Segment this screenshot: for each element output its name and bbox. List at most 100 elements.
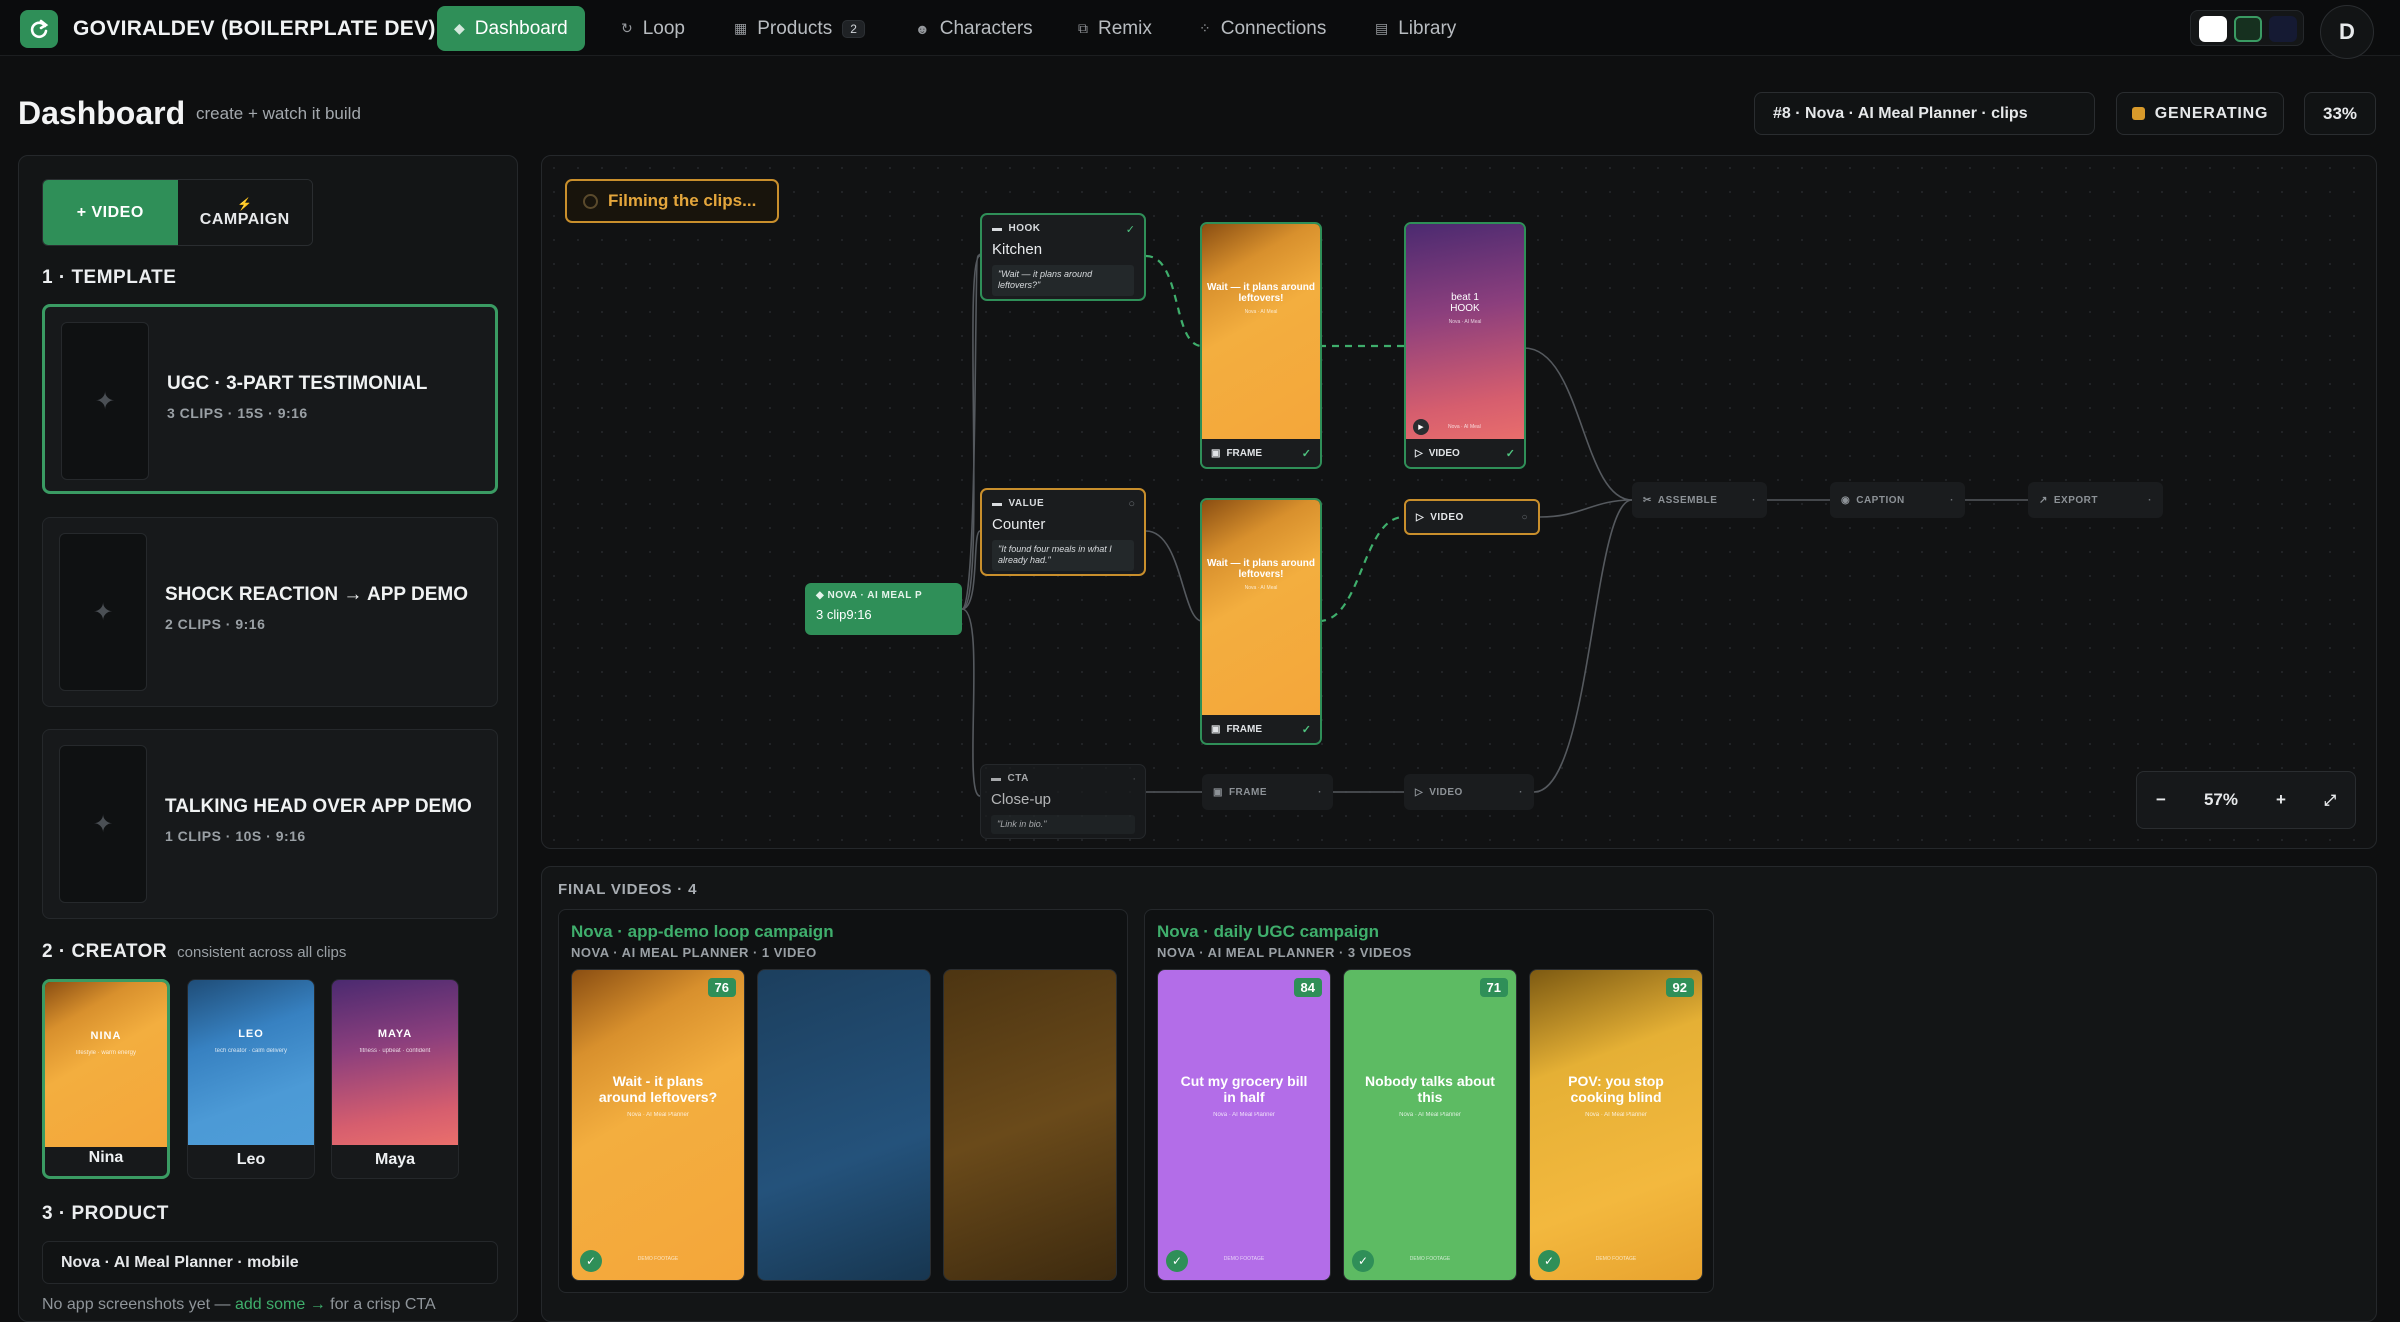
nav-characters-label: Characters (939, 17, 1033, 39)
campaign-title[interactable]: Nova · app-demo loop campaign (571, 922, 834, 942)
creator-name: Maya (374, 1151, 416, 1168)
fit-view-button[interactable]: ⤢ (2324, 792, 2336, 809)
zoom-in-button[interactable]: + (2276, 790, 2286, 810)
video-brand-text: Nova · AI Meal Planner (1585, 1112, 1647, 1119)
video-card[interactable]: Wait - it plans around leftovers? Nova ·… (571, 969, 745, 1281)
template-card[interactable]: ✦ TALKING HEAD OVER APP DEMO 1 CLIPS · 1… (42, 729, 498, 919)
nav-dashboard[interactable]: ◆ Dashboard (437, 6, 585, 51)
creator-card-nina[interactable]: NINA lifestyle · warm energy Nina (42, 979, 170, 1179)
frame-node-value[interactable]: Wait — it plans around leftovers! Nova ·… (1200, 498, 1322, 745)
nav-remix[interactable]: ⧉ Remix (1061, 6, 1169, 51)
video-brand-text: Nova · AI Meal Planner (627, 1112, 689, 1119)
template-card[interactable]: ✦ SHOCK REACTION → APP DEMO 2 CLIPS · 9:… (42, 517, 498, 707)
product-selector[interactable]: Nova · AI Meal Planner · mobile (42, 1241, 498, 1284)
diamond-icon: ◆ (454, 20, 465, 36)
clapper-icon: ▬ (992, 223, 1003, 234)
video-hook-text: POV: you stop cooking blind (1568, 1073, 1664, 1106)
product-note-text: No app screenshots yet — (42, 1296, 231, 1313)
app-logo[interactable] (20, 10, 58, 48)
video-footer-text: DEMO FOOTAGE (1595, 1256, 1637, 1262)
template-thumbnail: ✦ (59, 745, 147, 903)
video-card-pending[interactable] (757, 969, 931, 1281)
campaign-group: Nova · app-demo loop campaign NOVA · AI … (558, 909, 1128, 1293)
shot-node-hook[interactable]: ▬ HOOK Kitchen "Wait — it plans around le… (980, 213, 1146, 301)
nav-connections[interactable]: ⁘ Connections (1182, 6, 1343, 51)
shot-name: Close-up (991, 791, 1052, 808)
create-panel: + VIDEO ⚡ CAMPAIGN 1 · TEMPLATE ✦ UGC · … (18, 155, 518, 1322)
video-overlay-text: beat 1 HOOK (1450, 292, 1480, 314)
video-footer-text: DEMO FOOTAGE (1409, 1256, 1451, 1262)
pending-ring-icon: ○ (1128, 498, 1135, 510)
campaign-title[interactable]: Nova · daily UGC campaign (1157, 922, 1379, 942)
job-selector[interactable]: #8 · Nova · AI Meal Planner · clips (1754, 92, 2095, 135)
nav-characters[interactable]: ☻ Characters (898, 6, 1050, 51)
nav-products[interactable]: ▦ Products 2 (717, 6, 882, 51)
caption-node[interactable]: ◉ CAPTION · (1830, 482, 1965, 518)
image-icon: ▣ (1211, 447, 1221, 459)
creator-card-leo[interactable]: LEO tech creator · calm delivery Leo (187, 979, 315, 1179)
video-mode-button[interactable]: + VIDEO (43, 180, 178, 245)
product-note-suffix: for a crisp CTA (330, 1296, 436, 1313)
play-icon[interactable]: ▶ (1413, 419, 1429, 435)
shot-name: Kitchen (992, 241, 1043, 258)
product-root-node[interactable]: ◆ NOVA · AI MEAL P 3 clip9:16 (805, 583, 962, 635)
video-brand-text: Nova · AI Meal Planner (1399, 1112, 1461, 1119)
build-status-text: Filming the clips... (608, 191, 757, 210)
theme-navy-swatch[interactable] (2269, 16, 2297, 42)
template-card[interactable]: ✦ UGC · 3-PART TESTIMONIAL 3 CLIPS · 15S… (42, 304, 498, 494)
campaign-mode-button[interactable]: ⚡ CAMPAIGN (177, 180, 312, 245)
creator-card-maya[interactable]: MAYA fitness · upbeat · confident Maya (331, 979, 459, 1179)
mode-toggle: + VIDEO ⚡ CAMPAIGN (42, 179, 313, 246)
user-avatar[interactable]: D (2320, 5, 2374, 59)
frame-node-hook[interactable]: Wait — it plans around leftovers! Nova ·… (1200, 222, 1322, 469)
nav-loop[interactable]: ↻ Loop (604, 6, 702, 51)
video-card[interactable]: Nobody talks about this Nova · AI Meal P… (1343, 969, 1517, 1281)
pending-dot-icon: · (2148, 494, 2152, 506)
score-badge: 92 (1665, 978, 1694, 997)
template-thumbnail: ✦ (61, 322, 149, 480)
export-node[interactable]: ↗ EXPORT · (2028, 482, 2163, 518)
nav-remix-label: Remix (1098, 17, 1152, 39)
video-node-cta[interactable]: ▷ VIDEO · (1404, 774, 1534, 810)
theme-switcher (2190, 10, 2304, 46)
video-label: VIDEO (1429, 786, 1463, 798)
template-title: TALKING HEAD OVER APP DEMO (165, 796, 472, 817)
template-title: SHOCK REACTION → APP DEMO (165, 584, 468, 605)
check-icon: ✓ (1125, 224, 1135, 236)
nav-loop-label: Loop (642, 17, 686, 39)
creator-tag: LEO (238, 1028, 264, 1040)
frame-label: FRAME (1226, 723, 1263, 735)
remix-icon: ⧉ (1078, 20, 1088, 36)
export-label: EXPORT (2053, 494, 2099, 506)
connections-icon: ⁘ (1199, 20, 1211, 36)
sparkle-icon: ✦ (92, 810, 114, 838)
assemble-node[interactable]: ✂ ASSEMBLE · (1632, 482, 1767, 518)
zoom-out-button[interactable]: − (2156, 790, 2166, 810)
pending-dot-icon: · (1950, 494, 1954, 506)
shot-node-cta[interactable]: ▬ CTA Close-up "Link in bio." · (980, 764, 1146, 839)
video-hook-text: Cut my grocery bill in half (1180, 1073, 1308, 1106)
root-node-sub: 3 clip9:16 (816, 607, 872, 622)
video-node-hook[interactable]: beat 1 HOOK Nova · AI Meal ▶ Nova · AI M… (1404, 222, 1526, 469)
creator-section-label: 2 · CREATOR (42, 941, 168, 962)
character-icon: ☻ (915, 20, 930, 37)
video-card-pending[interactable] (943, 969, 1117, 1281)
theme-light-swatch[interactable] (2199, 16, 2227, 42)
theme-green-swatch[interactable] (2234, 16, 2262, 42)
video-footer: ▷ VIDEO ✓ (1406, 439, 1524, 467)
pending-dot-icon: · (1519, 786, 1523, 798)
shot-quote: "It found four meals in what I already h… (992, 540, 1134, 571)
root-node-label: NOVA · AI MEAL P (827, 590, 923, 601)
caption-icon: ◉ (1841, 494, 1851, 506)
creator-portrait: MAYA fitness · upbeat · confident (332, 980, 458, 1145)
nav-library[interactable]: ▤ Library (1358, 6, 1473, 51)
video-node-value[interactable]: ▷ VIDEO ○ (1404, 499, 1540, 535)
shot-node-value[interactable]: ▬ VALUE Counter "It found four meals in w… (980, 488, 1146, 576)
check-icon: ✓ (1301, 724, 1311, 736)
video-card[interactable]: POV: you stop cooking blind Nova · AI Me… (1529, 969, 1703, 1281)
add-screenshots-link[interactable]: add some → (235, 1296, 326, 1313)
template-meta: 3 CLIPS · 15S · 9:16 (167, 405, 308, 421)
video-card[interactable]: Cut my grocery bill in half Nova · AI Me… (1157, 969, 1331, 1281)
frame-node-cta[interactable]: ▣ FRAME · (1202, 774, 1333, 810)
pipeline-canvas[interactable]: Filming the clips... ◆ NOVA · AI MEAL P … (541, 155, 2377, 849)
